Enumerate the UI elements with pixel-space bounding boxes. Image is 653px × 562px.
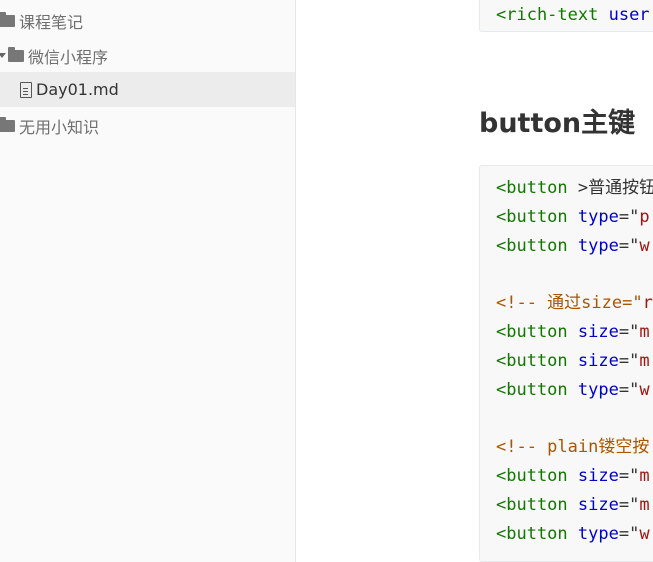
code-token-attr: type	[577, 236, 619, 256]
code-token-attr: type	[577, 524, 619, 544]
code-token-tag: <button	[496, 495, 578, 515]
tree-file-day01[interactable]: Day01.md	[0, 72, 295, 107]
code-line: <button type="w	[496, 523, 650, 545]
code-line: <!-- plain镂空按	[496, 436, 649, 458]
code-line: <button type="w	[496, 379, 650, 401]
tree-folder-wechat-miniprogram[interactable]: 微信小程序	[0, 38, 295, 73]
tree-item-label: 无用小知识	[19, 117, 100, 137]
code-token-tag: <button	[496, 207, 578, 227]
code-line: <button >普通按钮	[496, 177, 653, 199]
code-line: <!-- 通过size="r	[496, 292, 653, 314]
code-token-tag: <button	[496, 380, 578, 400]
code-line: <button size="m	[496, 321, 650, 343]
section-heading: button主键	[479, 108, 636, 139]
code-token-attr: size	[577, 351, 619, 371]
code-token-string: r	[642, 293, 653, 313]
code-token-string: m	[639, 466, 650, 486]
code-line: <button type="w	[496, 235, 650, 257]
code-token-string: m	[639, 322, 650, 342]
folder-icon	[8, 46, 24, 62]
editor-window: 课程笔记 微信小程序 Day01.md 无用小知识 <rich-text use…	[0, 0, 653, 562]
code-token-string: w	[639, 380, 650, 400]
code-token-tag: <button	[496, 322, 578, 342]
code-token-tag: <rich-text	[496, 5, 599, 25]
code-token-attr: size	[577, 495, 619, 515]
code-token-tag: <button	[496, 178, 578, 198]
file-icon	[20, 81, 32, 98]
tree-item-label: 微信小程序	[28, 47, 109, 67]
code-token-tag: <button	[496, 466, 578, 486]
tree-item-label: 课程笔记	[19, 12, 84, 32]
code-token-punct: ="	[618, 466, 640, 486]
code-token-string: w	[639, 524, 650, 544]
code-token-string: m	[639, 495, 650, 515]
tree-item-label: Day01.md	[36, 80, 119, 99]
code-token-attr: size	[577, 322, 619, 342]
code-token-text: >普通按钮	[577, 178, 653, 198]
code-line: <button size="m	[496, 494, 650, 516]
code-line: <button type="p	[496, 206, 650, 228]
code-token-string: w	[639, 236, 650, 256]
code-token-attr: user	[598, 5, 650, 25]
document-content[interactable]: <rich-text user button主键 <button >普通按钮 <…	[296, 0, 653, 562]
code-line: <button size="m	[496, 350, 650, 372]
tree-folder-useless-knowledge[interactable]: 无用小知识	[0, 108, 295, 143]
code-token-punct: ="	[618, 524, 640, 544]
code-block-rich-text[interactable]: <rich-text user	[479, 0, 653, 32]
code-block-button[interactable]: <button >普通按钮 <button type="p <button ty…	[479, 165, 653, 562]
code-token-tag: <button	[496, 351, 578, 371]
code-token-attr: size	[577, 466, 619, 486]
code-token-punct: ="	[618, 322, 640, 342]
tree-folder-course-notes[interactable]: 课程笔记	[0, 3, 295, 38]
code-line: <button size="m	[496, 465, 650, 487]
code-token-punct: ="	[618, 236, 640, 256]
code-token-attr: type	[577, 380, 619, 400]
code-token-comment: <!-- 通过size="	[496, 293, 643, 313]
chevron-down-icon[interactable]	[0, 53, 6, 58]
folder-icon	[0, 116, 15, 132]
code-token-punct: ="	[618, 380, 640, 400]
file-tree-sidebar: 课程笔记 微信小程序 Day01.md 无用小知识	[0, 0, 296, 562]
code-token-attr: type	[577, 207, 619, 227]
code-token-string: m	[639, 351, 650, 371]
code-token-comment: <!-- plain镂空按	[496, 437, 650, 457]
code-token-punct: ="	[618, 351, 640, 371]
code-token-punct: ="	[618, 207, 640, 227]
code-line: <rich-text user	[496, 4, 650, 26]
folder-icon	[0, 11, 15, 27]
code-token-tag: <button	[496, 524, 578, 544]
code-token-punct: ="	[618, 495, 640, 515]
code-token-string: p	[639, 207, 650, 227]
code-token-tag: <button	[496, 236, 578, 256]
